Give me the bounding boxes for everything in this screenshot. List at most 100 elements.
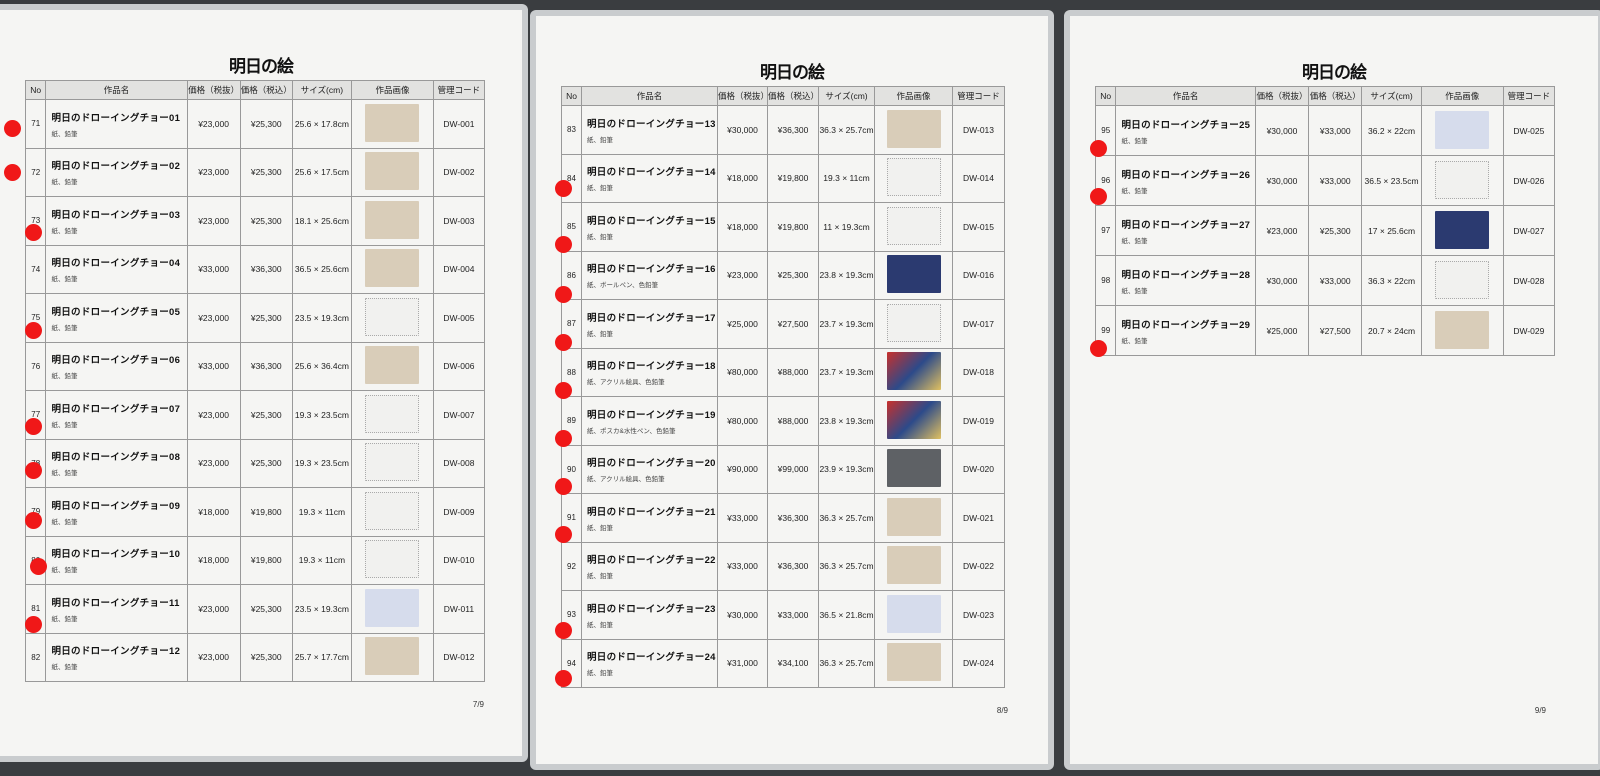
artwork-image-cell bbox=[874, 590, 953, 640]
price-excl-tax: ¥23,000 bbox=[717, 250, 768, 300]
column-header: 価格（税抜） bbox=[186, 80, 241, 100]
sheet-page-7: 明日の絵 No 作品名 価格（税抜） 価格（税込） サイズ(cm) 作品画像 管理コード 71… bbox=[0, 4, 528, 762]
management-code: DW-019 bbox=[952, 396, 1005, 446]
artwork-image-cell bbox=[351, 632, 434, 682]
management-code: DW-014 bbox=[952, 153, 1005, 203]
column-header: 価格（税込） bbox=[1308, 86, 1363, 106]
price-excl-tax: ¥23,000 bbox=[186, 438, 241, 488]
artwork-size: 23.9 × 19.3cm bbox=[818, 444, 875, 494]
red-marker-dot bbox=[555, 430, 572, 447]
management-code: DW-008 bbox=[432, 438, 486, 488]
artwork-thumbnail bbox=[1435, 210, 1490, 249]
item-name-cell: 明日のドローイングチョー07 紙、鉛筆 bbox=[45, 390, 188, 440]
item-name-cell: 明日のドローイングチョー04 紙、鉛筆 bbox=[45, 244, 188, 294]
artwork-image-cell bbox=[351, 196, 434, 246]
price-incl-tax: ¥25,300 bbox=[239, 390, 293, 440]
price-table-page-8: No 作品名 価格（税抜） 価格（税込） サイズ(cm) 作品画像 管理コード 83 明日のドロ… bbox=[561, 86, 1005, 688]
column-header: No bbox=[24, 80, 47, 100]
item-title: 明日のドローイングチョー27 bbox=[1121, 219, 1251, 231]
red-marker-dot bbox=[555, 236, 572, 253]
table-row: 99 明日のドローイングチョー29 紙、鉛筆 ¥25,000 ¥27,500 20.7 ×… bbox=[1094, 305, 1556, 356]
logo: 明日の絵 bbox=[760, 63, 825, 83]
management-code: DW-020 bbox=[952, 444, 1005, 494]
item-title: 明日のドローイングチョー15 bbox=[587, 215, 716, 227]
item-title: 明日のドローイングチョー10 bbox=[51, 549, 181, 561]
management-code: DW-012 bbox=[432, 632, 486, 682]
artwork-size: 36.5 × 25.6cm bbox=[291, 244, 353, 294]
management-code: DW-016 bbox=[952, 250, 1005, 300]
price-excl-tax: ¥30,000 bbox=[1254, 105, 1310, 156]
table-row: 94 明日のドローイングチョー24 紙、鉛筆 ¥31,000 ¥34,100 36.3 ×… bbox=[561, 638, 1005, 688]
item-name-cell: 明日のドローイングチョー17 紙、鉛筆 bbox=[581, 299, 718, 349]
red-marker-dot bbox=[25, 322, 42, 339]
page-number: 7/9 bbox=[472, 700, 484, 709]
item-name-cell: 明日のドローイングチョー18 紙、アクリル絵具、色鉛筆 bbox=[581, 347, 718, 397]
column-header: 価格（税抜） bbox=[717, 86, 769, 106]
artwork-image-cell bbox=[874, 493, 953, 543]
price-incl-tax: ¥88,000 bbox=[767, 347, 819, 397]
management-code: DW-003 bbox=[432, 196, 486, 246]
artwork-image-cell bbox=[874, 541, 953, 591]
item-title: 明日のドローイングチョー14 bbox=[587, 167, 716, 179]
artwork-size: 23.7 × 19.3cm bbox=[818, 299, 875, 349]
management-code: DW-027 bbox=[1502, 205, 1556, 256]
sheet-page-8: 明日の絵 No 作品名 価格（税抜） 価格（税込） サイズ(cm) 作品画像 管理コード 83… bbox=[530, 10, 1054, 770]
artwork-size: 23.5 × 19.3cm bbox=[291, 293, 353, 343]
red-marker-dot bbox=[25, 418, 42, 435]
item-title: 明日のドローイングチョー29 bbox=[1121, 319, 1251, 331]
artwork-size: 25.7 × 17.7cm bbox=[291, 632, 353, 682]
item-name-cell: 明日のドローイングチョー02 紙、鉛筆 bbox=[45, 147, 188, 197]
item-medium: 紙、鉛筆 bbox=[51, 227, 78, 235]
price-incl-tax: ¥34,100 bbox=[767, 638, 819, 688]
artwork-image-cell bbox=[351, 390, 434, 440]
table-row: 72 明日のドローイングチョー02 紙、鉛筆 ¥23,000 ¥25,300 25.6 ×… bbox=[24, 147, 486, 197]
artwork-size: 19.3 × 11cm bbox=[818, 153, 875, 203]
price-incl-tax: ¥25,300 bbox=[239, 99, 293, 149]
artwork-thumbnail bbox=[365, 443, 420, 482]
item-title: 明日のドローイングチョー01 bbox=[51, 112, 181, 124]
paper-page-9: 明日の絵 No 作品名 価格（税抜） 価格（税込） サイズ(cm) 作品画像 管理コード 95… bbox=[1070, 16, 1598, 764]
price-excl-tax: ¥23,000 bbox=[186, 147, 241, 197]
price-excl-tax: ¥23,000 bbox=[1254, 205, 1310, 256]
management-code: DW-001 bbox=[432, 99, 486, 149]
item-title: 明日のドローイングチョー19 bbox=[587, 409, 716, 421]
item-number: 76 bbox=[24, 341, 47, 391]
management-code: DW-018 bbox=[952, 347, 1005, 397]
price-incl-tax: ¥27,500 bbox=[767, 299, 819, 349]
item-medium: 紙、鉛筆 bbox=[587, 330, 613, 338]
price-excl-tax: ¥30,000 bbox=[1254, 155, 1310, 206]
item-medium: 紙、アクリル絵具、色鉛筆 bbox=[587, 379, 665, 387]
red-marker-dot bbox=[1090, 188, 1107, 205]
red-marker-dot bbox=[1090, 340, 1107, 357]
artwork-image-cell bbox=[1420, 155, 1504, 206]
table-row: 77 明日のドローイングチョー07 紙、鉛筆 ¥23,000 ¥25,300 19.3 ×… bbox=[24, 390, 486, 440]
management-code: DW-025 bbox=[1502, 105, 1556, 156]
red-marker-dot bbox=[555, 478, 572, 495]
item-medium: 紙、鉛筆 bbox=[51, 373, 78, 381]
price-excl-tax: ¥18,000 bbox=[186, 535, 241, 585]
artwork-image-cell bbox=[1420, 305, 1504, 356]
item-name-cell: 明日のドローイングチョー24 紙、鉛筆 bbox=[581, 638, 718, 688]
price-incl-tax: ¥36,300 bbox=[239, 244, 293, 294]
price-incl-tax: ¥88,000 bbox=[767, 396, 819, 446]
item-medium: 紙、鉛筆 bbox=[1121, 287, 1148, 295]
column-header: サイズ(cm) bbox=[818, 86, 875, 106]
artwork-size: 11 × 19.3cm bbox=[818, 202, 875, 252]
column-header: 価格（税抜） bbox=[1254, 86, 1310, 106]
artwork-thumbnail bbox=[1435, 110, 1490, 149]
price-excl-tax: ¥23,000 bbox=[186, 293, 241, 343]
management-code: DW-022 bbox=[952, 541, 1005, 591]
price-excl-tax: ¥33,000 bbox=[717, 541, 768, 591]
item-number: 82 bbox=[24, 632, 47, 682]
management-code: DW-015 bbox=[952, 202, 1005, 252]
price-incl-tax: ¥19,800 bbox=[239, 535, 293, 585]
artwork-size: 19.3 × 11cm bbox=[291, 487, 353, 537]
red-marker-dot bbox=[25, 616, 42, 633]
price-incl-tax: ¥33,000 bbox=[767, 590, 819, 640]
item-name-cell: 明日のドローイングチョー23 紙、鉛筆 bbox=[581, 590, 718, 640]
artwork-image-cell bbox=[874, 105, 953, 155]
item-title: 明日のドローイングチョー26 bbox=[1121, 169, 1251, 181]
management-code: DW-002 bbox=[432, 147, 486, 197]
item-medium: 紙、アクリル絵具、色鉛筆 bbox=[587, 476, 665, 484]
artwork-thumbnail bbox=[886, 206, 941, 245]
